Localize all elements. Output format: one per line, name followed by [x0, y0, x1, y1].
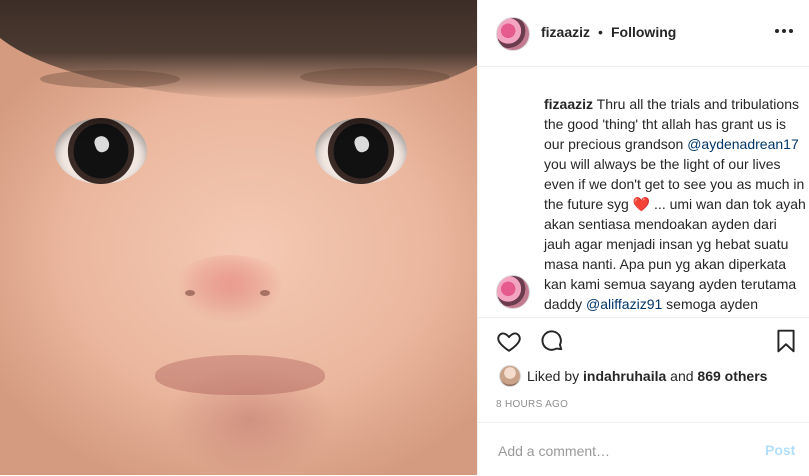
liker-username[interactable]: indahruhaila [583, 368, 666, 384]
photo-nostril-right [260, 290, 270, 296]
photo-lips [155, 355, 325, 395]
photo-nose [175, 255, 285, 315]
likes-row: Liked by indahruhaila and 869 others [478, 362, 809, 390]
photo-brow-left [40, 70, 180, 88]
heart-emoji: ❤️ [632, 196, 651, 212]
likes-others[interactable]: 869 others [697, 368, 767, 384]
likes-prefix: Liked by [527, 368, 584, 384]
action-bar [478, 324, 809, 358]
author-username[interactable]: fizaaziz [541, 24, 590, 40]
comments-area: fizaaziz Thru all the trials and tribula… [478, 67, 809, 318]
photo-eye-right [315, 118, 407, 184]
likes-middle: and [666, 368, 698, 384]
caption-author-avatar[interactable] [496, 275, 530, 309]
add-comment-bar: Post [478, 422, 809, 476]
post-timestamp[interactable]: 8 HOURS AGO [496, 399, 568, 410]
comment-input[interactable] [496, 439, 740, 463]
post-photo[interactable] [0, 0, 477, 475]
following-button[interactable]: Following [611, 24, 676, 40]
post-header: fizaaziz • Following [478, 0, 809, 67]
caption-text-3: ... umi wan dan tok ayah akan sentiasa m… [544, 196, 806, 312]
photo-eye-left [55, 118, 147, 184]
post-side-panel: fizaaziz • Following fizaaziz Thru all t… [477, 0, 809, 475]
heart-icon[interactable] [496, 328, 522, 354]
author-avatar[interactable] [496, 17, 530, 51]
photo-nostril-left [185, 290, 195, 296]
post-button[interactable]: Post [765, 442, 795, 458]
comment-icon[interactable] [539, 328, 565, 354]
liker-avatar[interactable] [499, 365, 521, 387]
more-horizontal-icon[interactable] [775, 26, 795, 36]
bookmark-icon[interactable] [773, 328, 799, 354]
mention-aydenadrean17[interactable]: @aydenadrean17 [687, 136, 799, 152]
header-separator: • [598, 24, 603, 40]
photo-brow-right [300, 68, 450, 86]
likes-text: Liked by indahruhaila and 869 others [527, 368, 767, 384]
caption-text-4: semoga ayden [662, 296, 758, 312]
caption: fizaaziz Thru all the trials and tribula… [544, 94, 806, 314]
caption-username[interactable]: fizaaziz [544, 96, 593, 112]
mention-aliffaziz91[interactable]: @aliffaziz91 [586, 296, 662, 312]
